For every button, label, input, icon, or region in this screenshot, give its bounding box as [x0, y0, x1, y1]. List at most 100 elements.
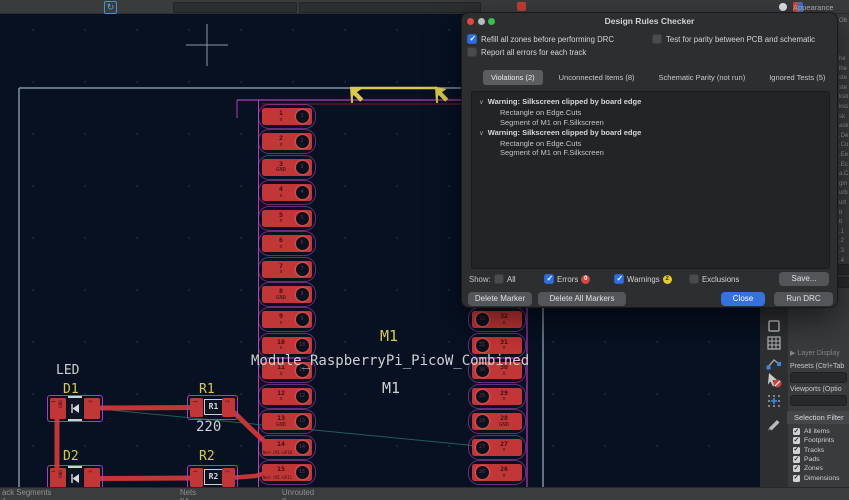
pad-1[interactable]: 1x1 [258, 104, 316, 129]
selection-filter-header[interactable]: Selection Filter [787, 411, 849, 424]
r1-pad1[interactable]: 1 [190, 398, 203, 417]
pad-8[interactable]: 8 GND 8 [258, 282, 316, 307]
checkbox[interactable] [614, 274, 624, 284]
close-button[interactable]: Close [721, 292, 765, 306]
drc-option-test[interactable]: Test for parity between PCB and schemati… [652, 34, 815, 44]
led-silk-text[interactable]: LED [56, 363, 79, 378]
checkbox[interactable] [793, 464, 800, 473]
selection-filter-item-all-items[interactable]: All items [793, 427, 840, 436]
pad-5[interactable]: 5x5 [258, 205, 316, 231]
clipped-control[interactable] [837, 277, 849, 288]
checkbox[interactable] [793, 427, 800, 436]
collapse-chevron-icon[interactable]: ∨ [479, 99, 484, 106]
r2-ref-text[interactable]: R2 [199, 449, 215, 464]
drc-marker-arrow[interactable] [350, 86, 364, 102]
footprint-r1[interactable]: 1 R1 2 [187, 395, 238, 420]
presets-dropdown[interactable] [790, 372, 847, 383]
checkbox[interactable] [793, 445, 800, 454]
zone-display-icon[interactable] [766, 318, 782, 334]
show-filter-all[interactable]: All [494, 274, 516, 284]
pad-9[interactable]: 9x9 [258, 307, 316, 333]
trace[interactable] [94, 475, 197, 481]
checkbox[interactable] [467, 47, 477, 57]
pad-29[interactable]: 29 x 29 [468, 383, 526, 409]
trace[interactable] [94, 405, 197, 411]
pad-7[interactable]: 7x7 [258, 256, 316, 282]
pad-3[interactable]: 3 GND 3 [258, 154, 316, 180]
select-disable-icon[interactable] [766, 372, 782, 388]
violation-detail[interactable]: Rectangle on Edge.Cuts [479, 108, 829, 118]
violation-item[interactable]: ∨ Warning: Silkscreen clipped by board ed… [479, 97, 829, 108]
selection-filter-item-tracks[interactable]: Tracks [793, 445, 840, 455]
checkbox[interactable] [494, 274, 504, 284]
show-filter-errors[interactable]: Errors0 [544, 274, 591, 284]
delete-marker-button[interactable]: Delete Marker [468, 292, 532, 306]
module-footprint-name-text[interactable]: Module_RaspberryPi_PicoW_Combined [251, 353, 529, 369]
d1-pad1[interactable]: 1 GND [50, 398, 66, 419]
checkbox[interactable] [467, 34, 477, 44]
layer-display-pane[interactable]: ▶ Layer Display [790, 349, 840, 357]
d2-ref-text[interactable]: D2 [63, 449, 79, 464]
clipped-control[interactable] [837, 264, 849, 275]
checkbox[interactable] [793, 436, 800, 445]
tab-ignored-tests-5-[interactable]: Ignored Tests (5) [761, 70, 833, 85]
show-filter-warnings[interactable]: Warnings2 [614, 274, 672, 284]
toolbar-field-a[interactable] [173, 1, 297, 13]
route-path-icon[interactable] [766, 354, 782, 370]
drc-option-report[interactable]: Report all errors for each track [467, 47, 586, 57]
pad-13[interactable]: 13 GND 13 [258, 409, 316, 435]
pad-2[interactable]: 2x2 [258, 129, 316, 155]
selection-filter-item-pads[interactable]: Pads [793, 455, 840, 464]
selection-filter-item-zones[interactable]: Zones [793, 464, 840, 473]
d2-pad1[interactable]: 1 GND [50, 468, 66, 489]
toolbar-sync-icon[interactable]: ↻ [104, 0, 117, 14]
r1-value-text[interactable]: 220 [196, 419, 221, 435]
tab-unconnected-items-8-[interactable]: Unconnected Items (8) [551, 70, 643, 85]
d2-pad2[interactable]: 2 [84, 468, 100, 489]
show-filter-exclusions[interactable]: Exclusions [689, 274, 739, 284]
toolbar-dot-icon[interactable] [779, 2, 787, 11]
drc-option-refill[interactable]: Refill all zones before performing DRC [467, 34, 614, 44]
delete-all-markers-button[interactable]: Delete All Markers [538, 292, 626, 306]
pad-32[interactable]: 32 x 32 [468, 307, 526, 333]
checkbox[interactable] [793, 455, 800, 464]
d1-pad2[interactable]: 2 [84, 398, 100, 419]
pad-14[interactable]: 14 Net-(M1-GPI0 14 [258, 434, 316, 460]
checkbox[interactable] [793, 473, 800, 482]
violation-detail[interactable]: Rectangle on Edge.Cuts [479, 139, 829, 149]
toolbar-record-icon[interactable] [517, 2, 526, 11]
measure-icon[interactable] [766, 415, 782, 431]
drc-marker-arrow[interactable] [435, 86, 449, 102]
footprint-d1[interactable]: 1 GND 2 [47, 395, 103, 422]
save-button[interactable]: Save... [779, 272, 829, 286]
pad-31[interactable]: 31 x 31 [468, 332, 526, 358]
pad-28[interactable]: 28 GND 28 [468, 409, 526, 435]
pad-26[interactable]: 26 x 26 [468, 460, 526, 486]
toolbar-field-b[interactable] [299, 1, 481, 13]
pad-4[interactable]: 4x4 [258, 180, 316, 206]
pad-12[interactable]: 12 x 12 [258, 383, 316, 409]
selection-filter-item-footprints[interactable]: Footprints [793, 436, 840, 445]
r2-pad2[interactable]: 2 [222, 468, 235, 487]
checkbox[interactable] [544, 274, 554, 284]
viewports-dropdown[interactable] [790, 395, 847, 406]
tab-schematic-parity-not-run-[interactable]: Schematic Parity (not run) [651, 70, 754, 85]
checkbox[interactable] [689, 274, 699, 284]
pad-6[interactable]: 6x6 [258, 231, 316, 257]
violation-detail[interactable]: Segment of M1 on F.Silkscreen [479, 148, 829, 158]
pad-15[interactable]: 15 Net-(M1-GPI1 15 [258, 460, 316, 486]
run-drc-button[interactable]: Run DRC [774, 292, 833, 306]
module-ref-text[interactable]: M1 [380, 327, 398, 345]
collapse-chevron-icon[interactable]: ∨ [479, 130, 484, 137]
checkbox[interactable] [652, 34, 662, 44]
selection-filter-item-dimensions[interactable]: Dimensions [793, 473, 840, 482]
grid-origin-icon[interactable] [766, 393, 782, 409]
violation-detail[interactable]: Segment of M1 on F.Silkscreen [479, 118, 829, 128]
r1-pad2[interactable]: 2 [222, 398, 235, 417]
module-value-text[interactable]: M1 [382, 379, 400, 397]
r2-pad1[interactable]: 1 [190, 468, 203, 487]
grid-table-icon[interactable] [766, 335, 782, 351]
pad-27[interactable]: 27 x 27 [468, 434, 526, 460]
tab-violations-2-[interactable]: Violations (2) [483, 70, 543, 85]
pad-10[interactable]: 10 x 10 [258, 332, 316, 358]
